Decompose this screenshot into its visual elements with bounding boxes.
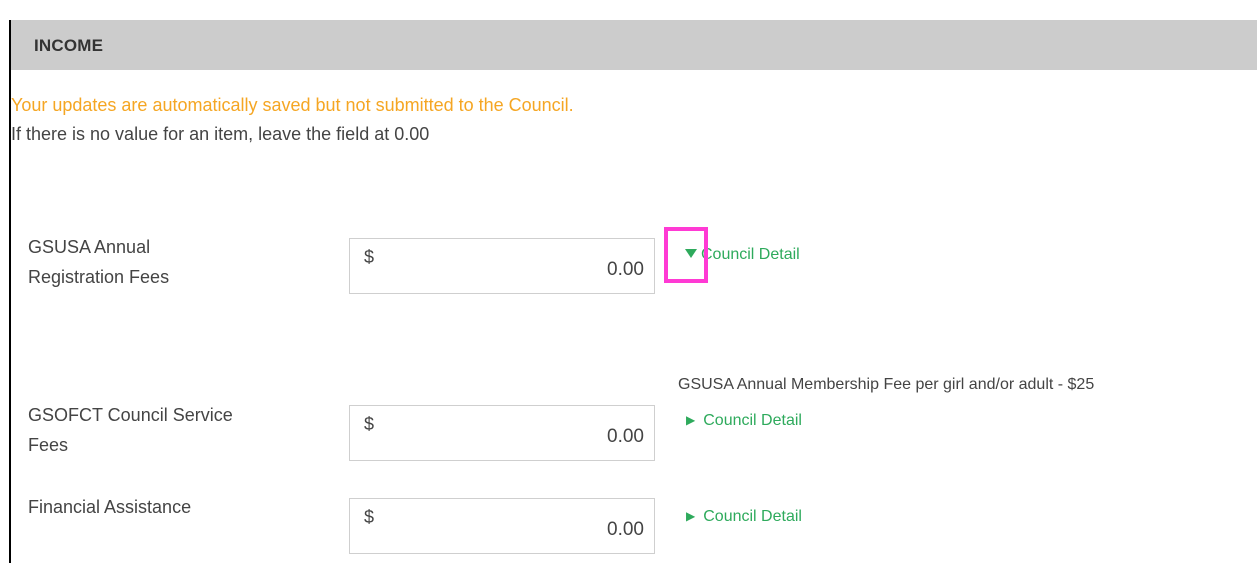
council-detail-toggle-assistance[interactable]: ▶ Council Detail — [686, 508, 802, 532]
council-detail-label: Council Detail — [703, 508, 802, 525]
council-service-fees-input[interactable] — [390, 422, 644, 452]
autosave-notice: Your updates are automatically saved but… — [11, 95, 574, 115]
registration-fees-field[interactable]: $ — [349, 238, 655, 294]
section-title: INCOME — [34, 36, 104, 55]
income-form: INCOME Your updates are automatically sa… — [0, 0, 1257, 563]
council-detail-label: Council Detail — [703, 412, 802, 429]
council-service-fees-field[interactable]: $ — [349, 405, 655, 461]
registration-fees-input[interactable] — [390, 255, 644, 285]
triangle-right-icon: ▶ — [686, 413, 696, 427]
council-detail-label: Council Detail — [701, 246, 800, 263]
row-label-line2: Registration Fees — [28, 267, 170, 287]
section-header: INCOME — [11, 20, 1257, 70]
instruction-text: If there is no value for an item, leave … — [11, 124, 430, 144]
currency-symbol: $ — [364, 414, 375, 434]
row-label-registration-fees: GSUSA Annual Registration Fees — [28, 232, 328, 292]
row-label-line2: Fees — [28, 435, 69, 455]
triangle-right-icon: ▶ — [686, 509, 696, 523]
row-label-line1: Financial Assistance — [28, 497, 192, 517]
currency-symbol: $ — [364, 507, 375, 527]
financial-assistance-input[interactable] — [390, 515, 644, 545]
currency-symbol: $ — [364, 247, 375, 267]
highlight-box — [664, 227, 708, 283]
row-label-financial-assistance: Financial Assistance — [28, 492, 328, 522]
council-detail-toggle-service[interactable]: ▶ Council Detail — [686, 412, 802, 436]
row-label-council-service-fees: GSOFCT Council Service Fees — [28, 400, 328, 460]
council-detail-text: GSUSA Annual Membership Fee per girl and… — [678, 376, 1095, 393]
row-label-line1: GSUSA Annual — [28, 237, 151, 257]
financial-assistance-field[interactable]: $ — [349, 498, 655, 554]
row-label-line1: GSOFCT Council Service — [28, 405, 233, 425]
